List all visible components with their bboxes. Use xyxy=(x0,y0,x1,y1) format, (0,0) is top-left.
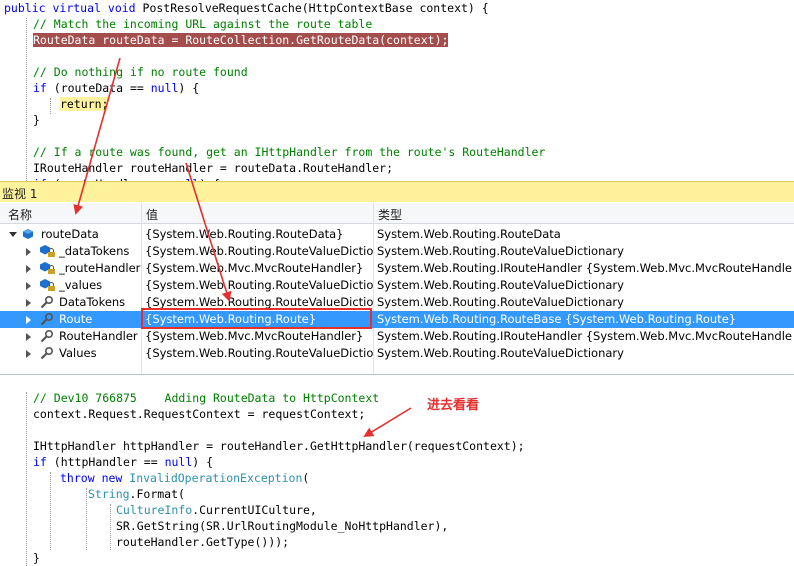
arrow-to-route-value xyxy=(185,162,232,302)
annotation-arrows xyxy=(73,57,412,438)
arrow-to-name-column xyxy=(73,57,121,215)
arrow-to-gethttphandler xyxy=(363,407,412,438)
